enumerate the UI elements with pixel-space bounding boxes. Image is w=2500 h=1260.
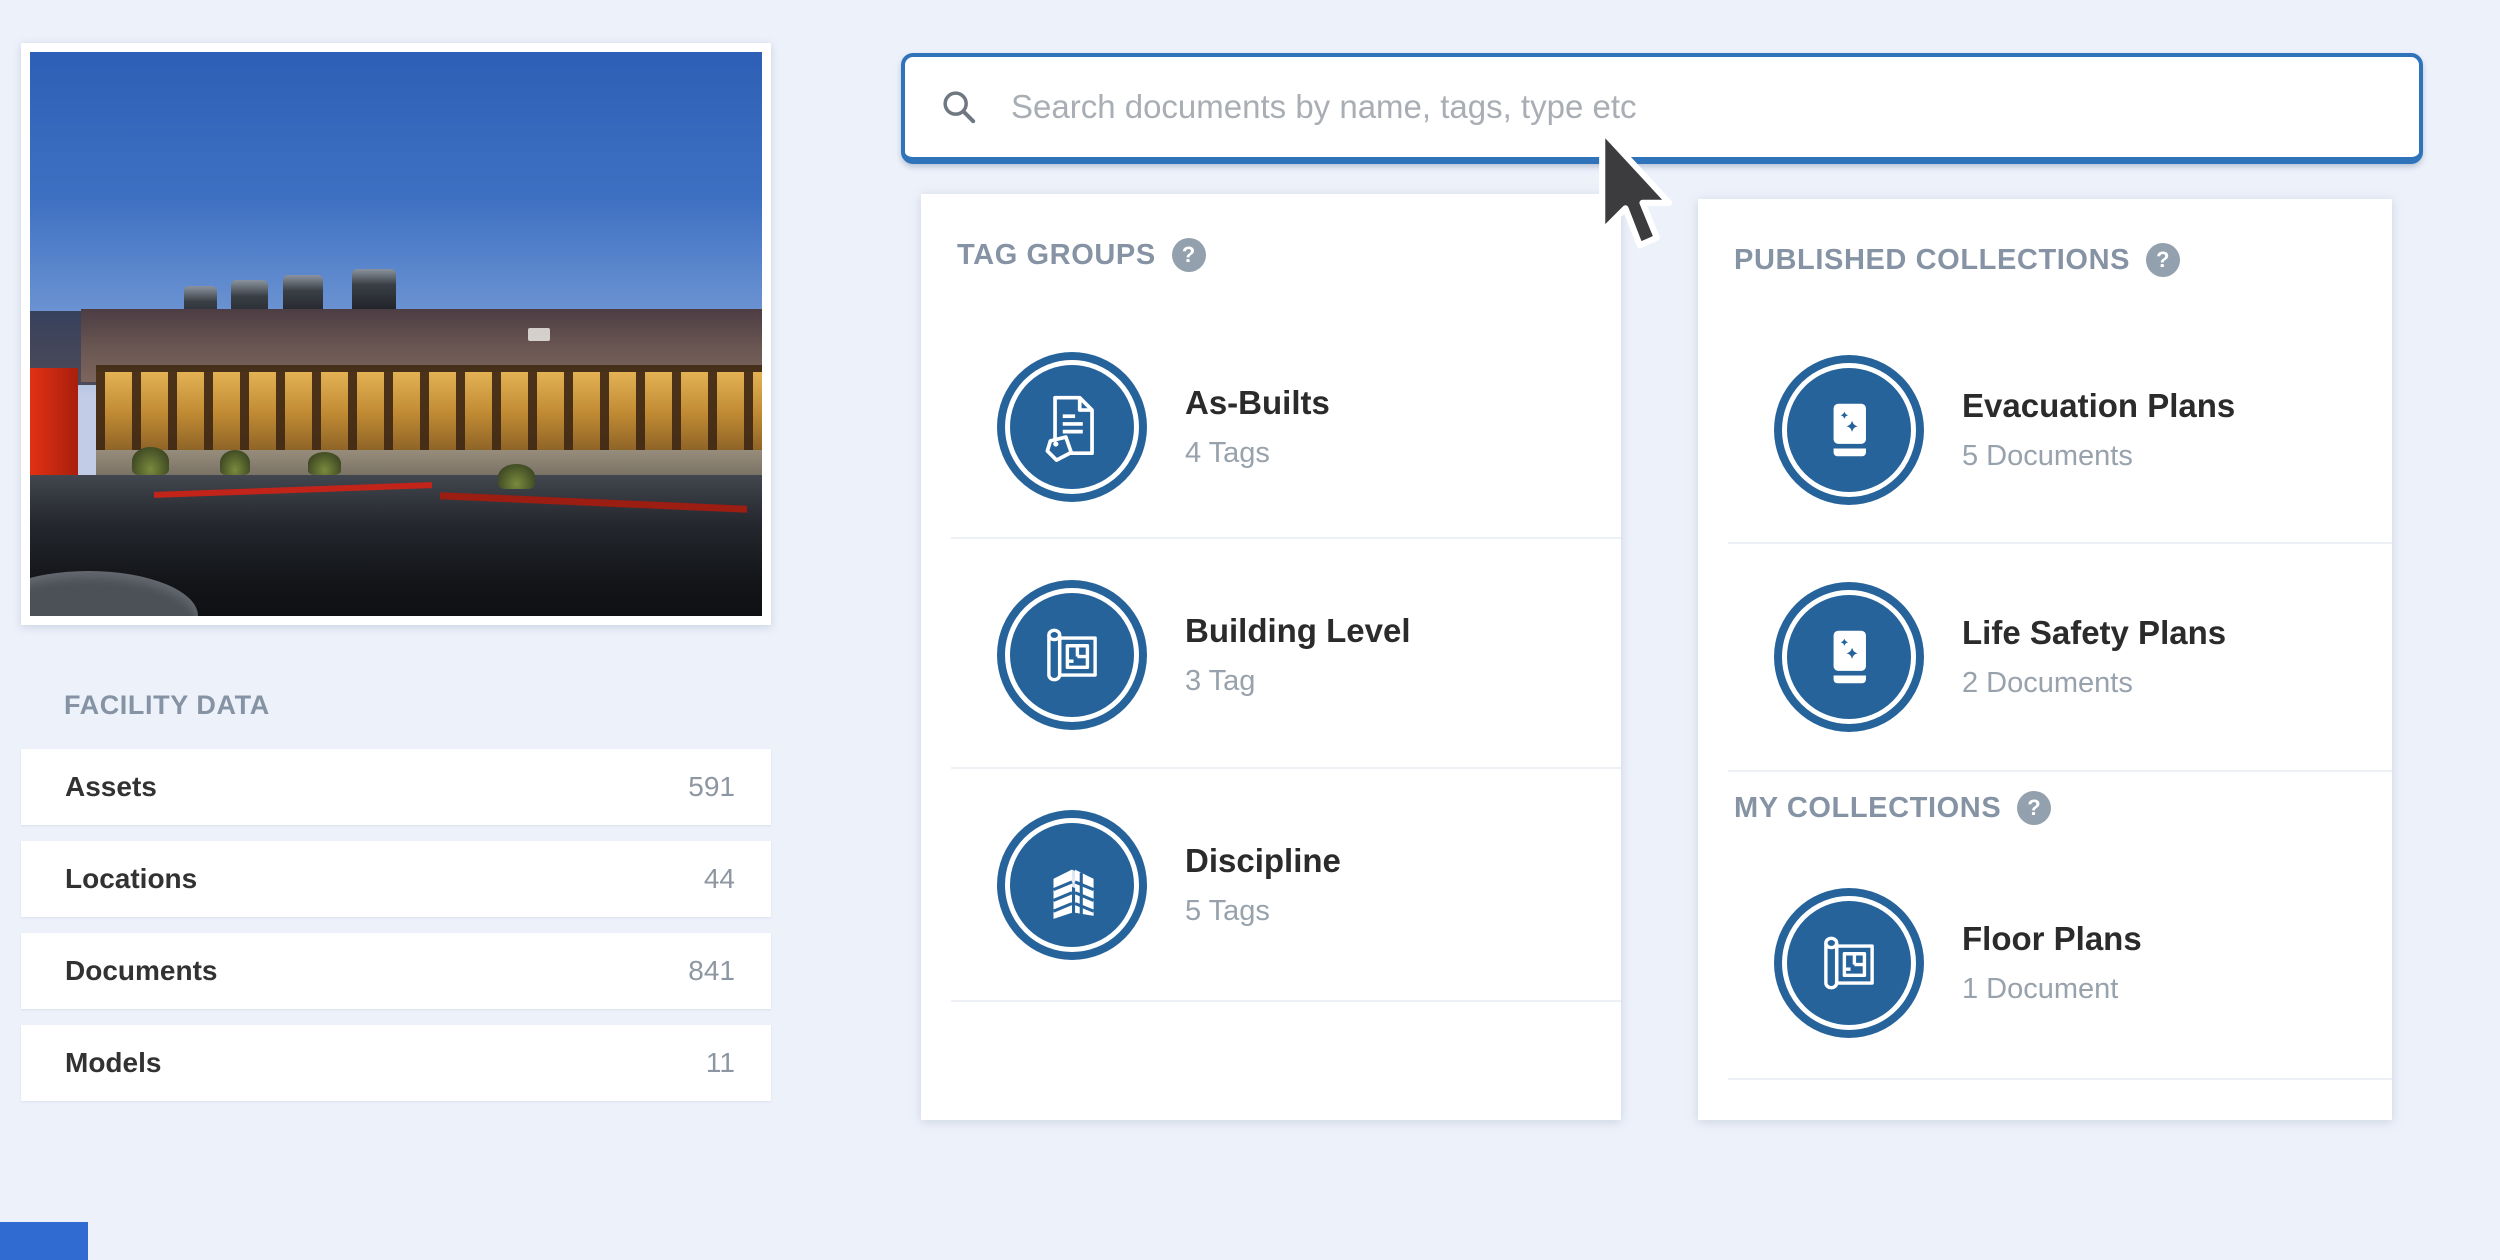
document-tag-icon (997, 352, 1147, 502)
photo-roof-vent (352, 269, 396, 314)
item-subtitle: 1 Document (1962, 973, 2142, 1006)
facility-data-row: Documents 841 (21, 933, 771, 1009)
facility-row-value: 841 (688, 955, 735, 987)
collections-card: PUBLISHED COLLECTIONS ? Evacuation Plans… (1698, 199, 2392, 1120)
facility-row-value: 11 (706, 1047, 735, 1079)
help-icon[interactable]: ? (1172, 238, 1206, 272)
search-input[interactable] (1009, 87, 2385, 127)
photo-red-wall (30, 368, 78, 481)
facility-row-label: Locations (65, 863, 197, 895)
facility-photo-card (21, 43, 771, 625)
item-title: Floor Plans (1962, 920, 2142, 958)
blueprint-icon (997, 580, 1147, 730)
facility-row-label: Documents (65, 955, 217, 987)
tag-groups-card: TAG GROUPS ? As-Builts 4 Tags (921, 194, 1621, 1120)
photo-shrub (220, 450, 249, 475)
tag-group-item-building-level[interactable]: Building Level 3 Tag (997, 580, 1411, 730)
item-title: Evacuation Plans (1962, 387, 2235, 425)
facility-row-label: Assets (65, 771, 157, 803)
facility-data-header: FACILITY DATA (64, 690, 270, 721)
item-title: Discipline (1185, 842, 1341, 880)
search-bar[interactable] (901, 53, 2423, 164)
photo-shrub (308, 452, 341, 475)
tag-group-item-discipline[interactable]: Discipline 5 Tags (997, 810, 1341, 960)
divider (951, 767, 1621, 769)
building-icon (997, 810, 1147, 960)
my-collections-header-label: MY COLLECTIONS (1734, 792, 2001, 825)
item-subtitle: 5 Tags (1185, 895, 1341, 928)
photo-building-logo (528, 328, 550, 340)
divider (1728, 542, 2392, 544)
item-title: Building Level (1185, 612, 1411, 650)
collection-item-life-safety-plans[interactable]: Life Safety Plans 2 Documents (1774, 582, 2226, 732)
item-title: Life Safety Plans (1962, 614, 2226, 652)
book-sparkle-icon (1774, 582, 1924, 732)
tag-group-item-as-builts[interactable]: As-Builts 4 Tags (997, 352, 1330, 502)
facility-data-row: Assets 591 (21, 749, 771, 825)
facility-photo (30, 52, 762, 616)
facility-data-row: Models 11 (21, 1025, 771, 1101)
corner-accent (0, 1222, 88, 1260)
divider (1728, 1078, 2392, 1080)
facility-data-row: Locations 44 (21, 841, 771, 917)
help-icon[interactable]: ? (2017, 791, 2051, 825)
facility-row-value: 591 (688, 771, 735, 803)
divider (951, 1000, 1621, 1002)
published-collections-header-label: PUBLISHED COLLECTIONS (1734, 244, 2130, 277)
photo-shrub (498, 464, 535, 489)
item-subtitle: 3 Tag (1185, 665, 1411, 698)
facility-row-value: 44 (704, 863, 735, 895)
item-subtitle: 2 Documents (1962, 667, 2226, 700)
divider (951, 537, 1621, 539)
divider (1728, 770, 2392, 772)
search-icon (939, 87, 979, 127)
help-icon[interactable]: ? (2146, 243, 2180, 277)
photo-shrub (132, 447, 169, 475)
published-collections-header: PUBLISHED COLLECTIONS ? (1734, 243, 2180, 277)
tag-groups-header: TAG GROUPS ? (957, 238, 1206, 272)
item-subtitle: 4 Tags (1185, 437, 1330, 470)
facility-row-label: Models (65, 1047, 161, 1079)
item-title: As-Builts (1185, 384, 1330, 422)
collection-item-floor-plans[interactable]: Floor Plans 1 Document (1774, 888, 2142, 1038)
my-collections-header: MY COLLECTIONS ? (1734, 791, 2051, 825)
item-subtitle: 5 Documents (1962, 440, 2235, 473)
tag-groups-header-label: TAG GROUPS (957, 239, 1156, 272)
book-sparkle-icon (1774, 355, 1924, 505)
blueprint-icon (1774, 888, 1924, 1038)
collection-item-evacuation-plans[interactable]: Evacuation Plans 5 Documents (1774, 355, 2235, 505)
